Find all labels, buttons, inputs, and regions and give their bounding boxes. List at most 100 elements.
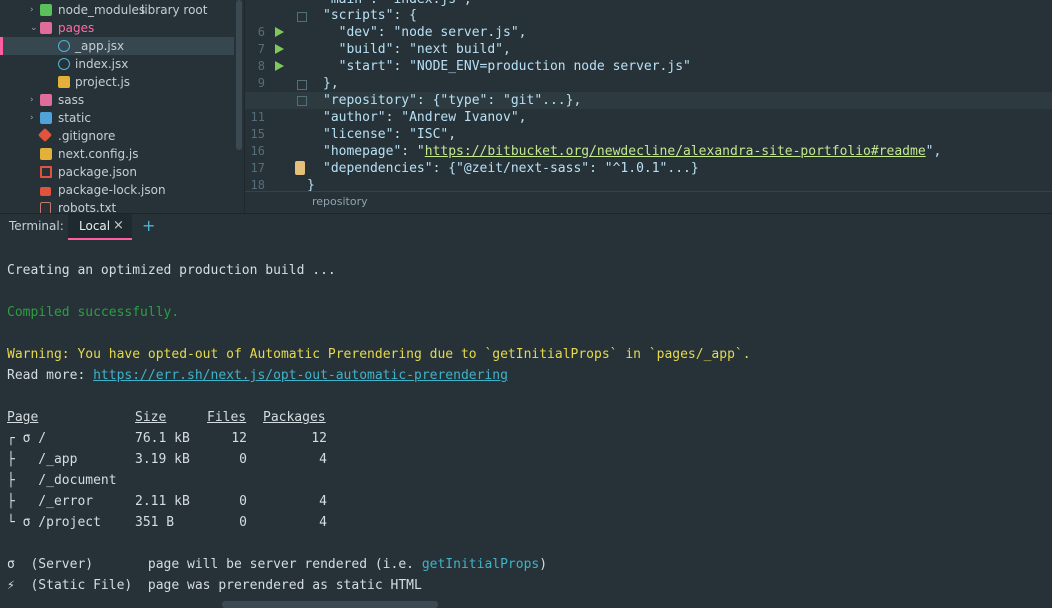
code-line-7: 7 "dev": "node server.js", [245,24,1052,56]
homepage-url[interactable]: https://bitbucket.org/newdecline/alexand… [425,144,926,159]
run-icon[interactable] [275,61,284,71]
code-line-18: 18 "dependencies": {"@zeit/next-sass": "… [245,160,1052,192]
tree-item-sass[interactable]: › sass [0,91,234,109]
chevron-down-icon[interactable]: ⌄ [30,19,40,37]
code-text: "dependencies": {"@zeit/next-sass": "^1.… [323,161,699,176]
run-icon[interactable] [275,27,284,37]
code-text: "author": "Andrew Ivanov", [323,110,527,125]
terminal-tabbar: Terminal: Local × + [0,213,1052,241]
chevron-right-icon[interactable]: › [30,109,40,127]
fold-icon[interactable] [297,80,307,90]
tree-item-robots[interactable]: robots.txt [0,199,234,213]
ide-top-area: › node_modules library root ⌄ pages _app… [0,0,1052,213]
folder-icon [40,112,52,124]
tree-item-label: package.json [58,165,138,179]
tree-item-app-jsx[interactable]: _app.jsx [0,37,234,55]
tree-item-label: sass [58,93,85,107]
tree-item-label: project.js [75,75,131,89]
close-icon[interactable]: × [113,218,124,233]
fold-icon[interactable] [297,96,307,106]
code-line-15: 15 "author": "Andrew Ivanov", [245,109,1052,141]
code-editor[interactable]: "main": "index.js", 6 "scripts": { 7 "de… [245,0,1052,213]
tree-item-index-jsx[interactable]: index.jsx [0,55,234,73]
tree-item-label: static [58,111,91,125]
table-row-size: 351 B [135,515,175,530]
tree-item-package-json[interactable]: package.json [0,163,234,181]
tab-local[interactable]: Local × [68,214,132,240]
tree-item-label: pages [58,21,95,35]
col-header-packages: Packages [263,410,326,425]
code-text: "homepage": "https://bitbucket.org/newde… [323,143,941,160]
code-key: "homepage": " [323,144,425,159]
breadcrumb-item[interactable]: repository [312,195,368,208]
js-file-icon [40,148,52,160]
tree-item-label: _app.jsx [75,39,125,53]
legend-static: ⚡ (Static File) page was prerendered as … [7,578,422,593]
tree-item-pages[interactable]: ⌄ pages [0,19,234,37]
tree-item-label: index.jsx [75,57,129,71]
table-row-packages: 4 [319,515,327,530]
tree-item-node-modules[interactable]: › node_modules library root [0,1,234,19]
code-line-8: 8 "build": "next build", [245,41,1052,73]
table-row-packages: 12 [311,431,327,446]
code-text: "scripts": { [323,8,417,23]
table-row-page: ├ /_app [7,452,78,467]
lock-icon [40,187,51,196]
code-line-16: 16 "license": "ISC", [245,126,1052,158]
tree-item-gitignore[interactable]: .gitignore [0,127,234,145]
table-row-files: 0 [239,494,247,509]
col-header-page: Page [7,410,39,425]
legend-server-text: σ (Server) page will be server rendered … [7,557,422,572]
terminal-hscrollbar[interactable] [222,601,438,608]
fold-icon[interactable] [297,12,307,22]
js-file-icon [58,76,70,88]
chevron-right-icon[interactable]: › [30,1,40,19]
tree-item-label: next.config.js [58,147,139,161]
folder-open-icon [40,22,52,34]
code-line-11: 11 "repository": {"type": "git"...}, [245,92,1052,124]
read-more-label: Read more: [7,368,94,383]
code-line-10: 10 }, [245,75,1052,107]
tree-item-next-config[interactable]: next.config.js [0,145,234,163]
terminal-line: Creating an optimized production build .… [7,263,336,278]
legend-server: σ (Server) page will be server rendered … [7,555,547,575]
code-text: "build": "next build", [323,42,511,57]
read-more-link[interactable]: https://err.sh/next.js/opt-out-automatic… [93,368,508,383]
tab-label: Local [79,219,111,233]
tree-scrollbar[interactable] [236,0,242,150]
breadcrumb: repository [245,191,1052,213]
table-row-page: ├ /_document [7,473,117,488]
tree-item-suffix: library root [141,3,208,17]
text-file-icon [40,202,51,213]
code-line-9: 9 "start": "NODE_ENV=production node ser… [245,58,1052,90]
git-icon [37,127,53,143]
tree-item-package-lock[interactable]: package-lock.json [0,181,234,199]
table-row-page: ├ /_error [7,494,94,509]
col-header-size: Size [135,410,167,425]
npm-icon [40,166,52,178]
tree-item-label: robots.txt [58,201,117,213]
chevron-right-icon[interactable]: › [30,91,40,109]
add-tab-button[interactable]: + [142,216,155,235]
project-tree: › node_modules library root ⌄ pages _app… [0,0,234,213]
table-row-files: 0 [239,452,247,467]
code-line-17: 17 "homepage": "https://bitbucket.org/ne… [245,143,1052,175]
warning-label: Warning: [7,347,70,362]
table-row-files: 12 [231,431,247,446]
table-row-page: └ σ /project [7,515,101,530]
folder-icon [40,94,52,106]
folder-icon [40,4,52,16]
terminal-read-more: Read more: https://err.sh/next.js/opt-ou… [7,366,508,386]
table-row-size: 3.19 kB [135,452,190,467]
tree-item-static[interactable]: › static [0,109,234,127]
table-row-size: 2.11 kB [135,494,190,509]
react-icon [58,58,70,70]
code-text: "repository": {"type": "git"...}, [323,93,582,108]
bookmark-icon[interactable] [295,161,305,175]
table-row-page: ┌ σ / [7,431,47,446]
tree-item-project-js[interactable]: project.js [0,73,234,91]
react-icon [58,40,70,52]
terminal-output[interactable]: Creating an optimized production build .… [0,240,1052,608]
code-line-6: 6 "scripts": { [245,7,1052,39]
run-icon[interactable] [275,44,284,54]
